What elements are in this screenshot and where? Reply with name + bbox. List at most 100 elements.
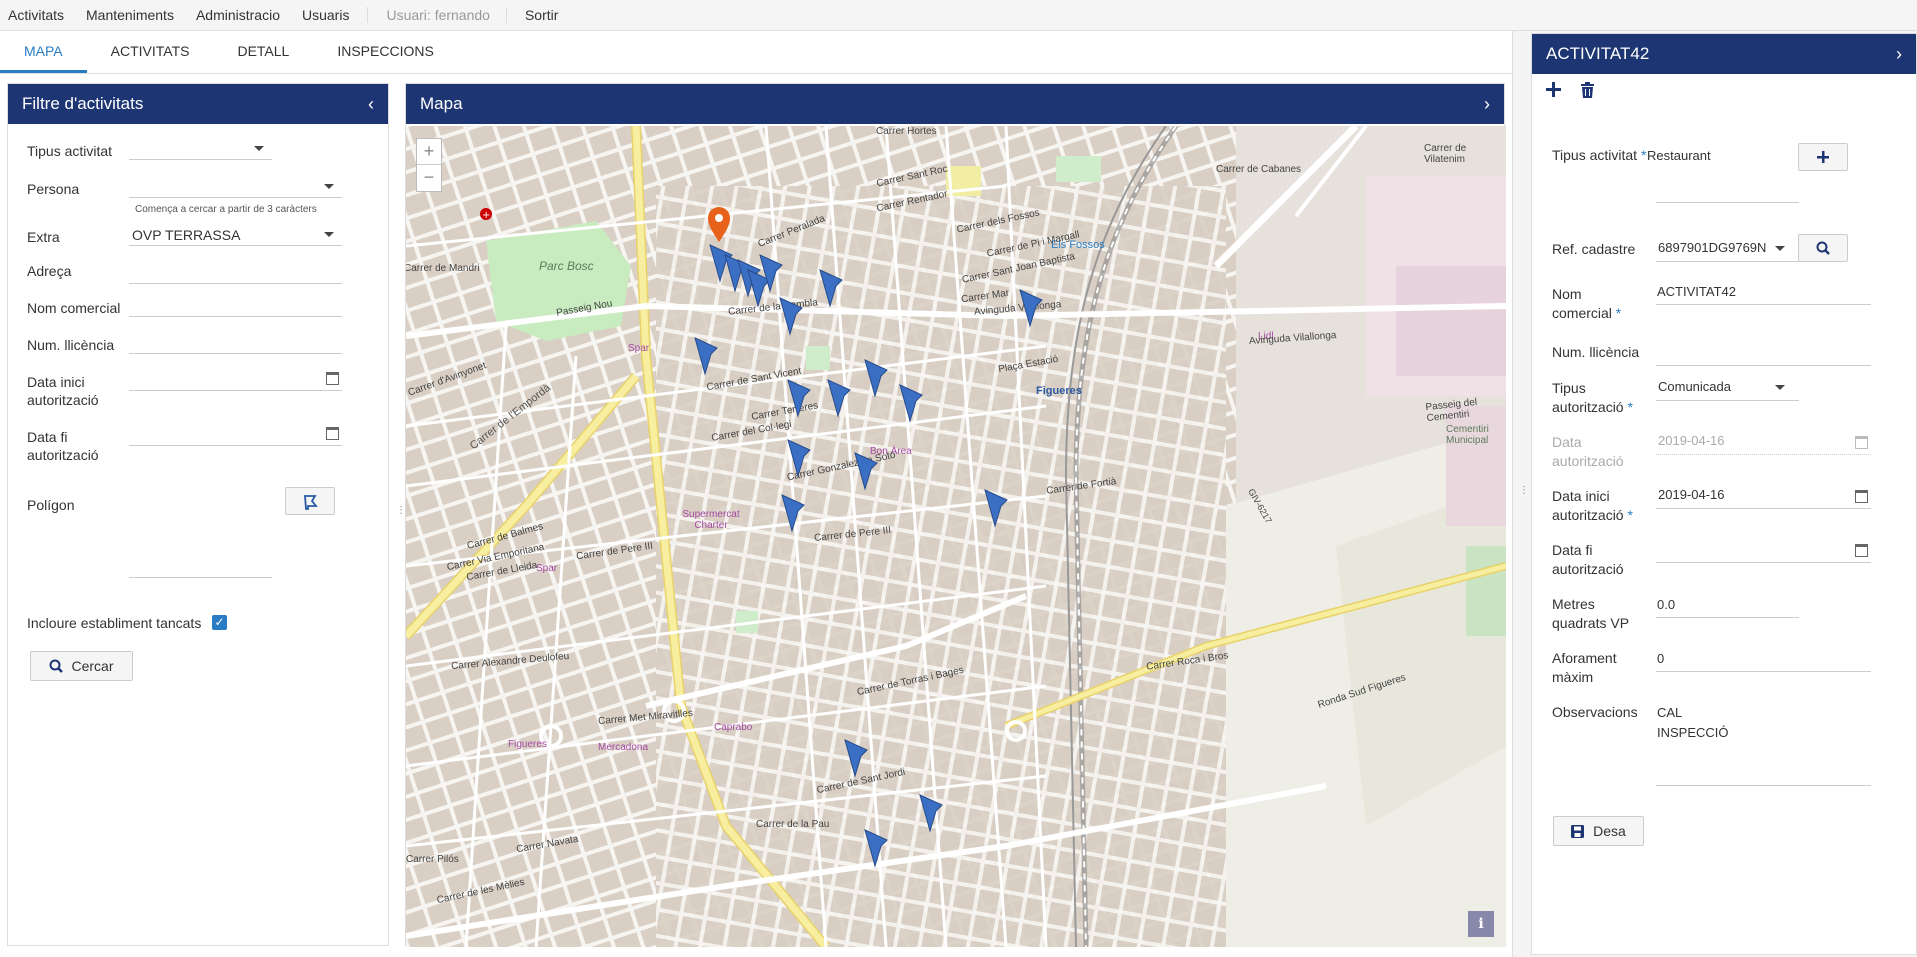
logout-link[interactable]: Sortir <box>505 7 558 23</box>
adreca-label: Adreça <box>27 263 72 279</box>
map-pin[interactable] <box>841 736 871 780</box>
tipus-autoritzacio-label: Tipus autorització <box>1552 380 1624 415</box>
street-label: Carrer Pilós <box>406 854 459 865</box>
plus-icon[interactable] <box>1545 81 1561 97</box>
map-label: Caprabo <box>714 722 753 733</box>
search-button-label: Cercar <box>71 658 114 674</box>
zoom-control: + − <box>416 138 442 192</box>
expand-chevron-icon[interactable]: › <box>1896 44 1902 65</box>
tab-mapa[interactable]: MAPA <box>0 30 87 73</box>
map-tiles[interactable]: + <box>406 126 1506 947</box>
zoom-in-button[interactable]: + <box>417 139 441 165</box>
search-button[interactable]: Cercar <box>30 651 133 681</box>
tipus-select[interactable] <box>129 138 272 160</box>
adreca-input[interactable] <box>129 262 342 284</box>
persona-select[interactable] <box>129 176 342 198</box>
filter-tipus-row: Tipus activitat <box>27 142 388 172</box>
observacions-label: Observacions <box>1552 704 1638 720</box>
activity-detail-panel: ACTIVITAT42 › Tipus activitat * Restaura… <box>1531 33 1917 955</box>
filter-llicencia-row: Num. llicència <box>27 336 388 373</box>
map-label: Supermercat Charter <box>682 509 740 531</box>
calendar-icon[interactable] <box>326 372 339 385</box>
map-pin[interactable] <box>756 251 786 295</box>
data-autoritzacio-label: Data autorització <box>1552 434 1624 469</box>
plus-icon <box>1817 151 1829 163</box>
filter-tancats-row: Incloure establiment tancats ✓ <box>27 614 388 644</box>
chevron-down-icon <box>1775 385 1785 390</box>
draw-polygon-button[interactable] <box>285 487 335 515</box>
map-label: Mercadona <box>598 742 649 753</box>
llicencia-input[interactable] <box>129 332 342 354</box>
map-pin[interactable] <box>916 791 946 835</box>
map-label: Parc Bosc <box>539 259 594 273</box>
extra-select[interactable]: OVP TERRASSA <box>129 224 342 246</box>
ref-cadastre-select[interactable]: 6897901DG9769N <box>1656 240 1799 262</box>
data-fi-field[interactable] <box>1656 541 1871 563</box>
map-pin[interactable] <box>778 491 808 535</box>
save-button[interactable]: Desa <box>1553 816 1644 846</box>
info-button[interactable]: i <box>1468 911 1494 937</box>
map-label: Spar <box>536 563 558 574</box>
map-pin[interactable] <box>1016 286 1046 330</box>
calendar-icon[interactable] <box>1855 490 1868 503</box>
svg-text:+: + <box>482 210 490 221</box>
persona-hint: Comença a cercar a partir de 3 caràcters <box>135 204 317 215</box>
map-pin[interactable] <box>824 376 854 420</box>
nom-comercial-label: Nom comercial <box>1552 286 1612 321</box>
menu-usuaris[interactable]: Usuaris <box>302 7 349 23</box>
aforament-value[interactable]: 0 <box>1657 649 1664 669</box>
calendar-icon[interactable] <box>326 427 339 440</box>
map-title: Mapa <box>420 94 463 113</box>
map-panel: Mapa › + Parc Bosc Figueres Els Fossos B… <box>405 83 1506 947</box>
calendar-icon <box>1855 436 1868 449</box>
map-pin[interactable] <box>861 356 891 400</box>
data-inici-field[interactable]: 2019-04-16 <box>1656 487 1871 509</box>
tancats-checkbox[interactable]: ✓ <box>212 615 227 630</box>
map-pin[interactable] <box>816 266 846 310</box>
persona-label: Persona <box>27 181 80 197</box>
detail-title: ACTIVITAT42 <box>1546 44 1650 63</box>
map-pin[interactable] <box>981 486 1011 530</box>
chevron-down-icon <box>1775 246 1785 251</box>
trash-icon[interactable] <box>1579 81 1595 99</box>
collapse-chevron-icon[interactable]: ‹ <box>368 94 374 115</box>
tab-activitats[interactable]: ACTIVITATS <box>87 30 214 73</box>
zoom-out-button[interactable]: − <box>417 165 441 191</box>
data-fi-input[interactable] <box>129 424 342 446</box>
map-label: Figueres <box>1036 385 1082 397</box>
map-pin[interactable] <box>784 376 814 420</box>
menu-manteniments[interactable]: Manteniments <box>86 7 174 23</box>
tancats-label: Incloure establiment tancats <box>27 615 202 631</box>
nom-underline <box>1656 304 1871 305</box>
menu-activitats[interactable]: Activitats <box>8 7 64 23</box>
tab-bar: MAPA ACTIVITATS DETALL INSPECCIONS <box>0 31 1512 74</box>
tab-detall[interactable]: DETALL <box>213 30 313 73</box>
nom-comercial-value[interactable]: ACTIVITAT42 <box>1657 282 1736 302</box>
nom-label: Nom comercial <box>27 300 121 316</box>
tab-inspeccions[interactable]: INSPECCIONS <box>313 30 457 73</box>
poligon-field[interactable] <box>129 556 272 578</box>
calendar-icon[interactable] <box>1855 544 1868 557</box>
nom-input[interactable] <box>129 295 342 317</box>
data-fi-label: Data fi autorització <box>27 429 99 463</box>
splitter-handle[interactable]: ⋮ <box>1519 485 1529 497</box>
map-pin[interactable] <box>851 449 881 493</box>
map-pin[interactable] <box>776 294 806 338</box>
splitter-handle[interactable]: ⋮ <box>396 505 406 517</box>
map-pin[interactable] <box>784 436 814 480</box>
menu-administracio[interactable]: Administracio <box>196 7 280 23</box>
map-pin[interactable] <box>861 826 891 870</box>
map-canvas[interactable]: + Parc Bosc Figueres Els Fossos Bon Àrea… <box>406 126 1506 947</box>
filter-nom-row: Nom comercial <box>27 299 388 336</box>
observacions-value[interactable]: CAL INSPECCIÓ <box>1657 703 1729 743</box>
selected-map-pin[interactable] <box>706 206 732 244</box>
tipus-activitat-value[interactable]: Restaurant <box>1647 146 1711 166</box>
expand-chevron-icon[interactable]: › <box>1484 94 1490 115</box>
map-pin[interactable] <box>691 334 721 378</box>
map-pin[interactable] <box>896 381 926 425</box>
add-tipus-button[interactable] <box>1798 143 1848 171</box>
data-inici-input[interactable] <box>129 369 342 391</box>
metres-value[interactable]: 0.0 <box>1657 595 1675 615</box>
search-cadastre-button[interactable] <box>1798 234 1848 262</box>
tipus-autoritzacio-select[interactable]: Comunicada <box>1656 379 1799 401</box>
